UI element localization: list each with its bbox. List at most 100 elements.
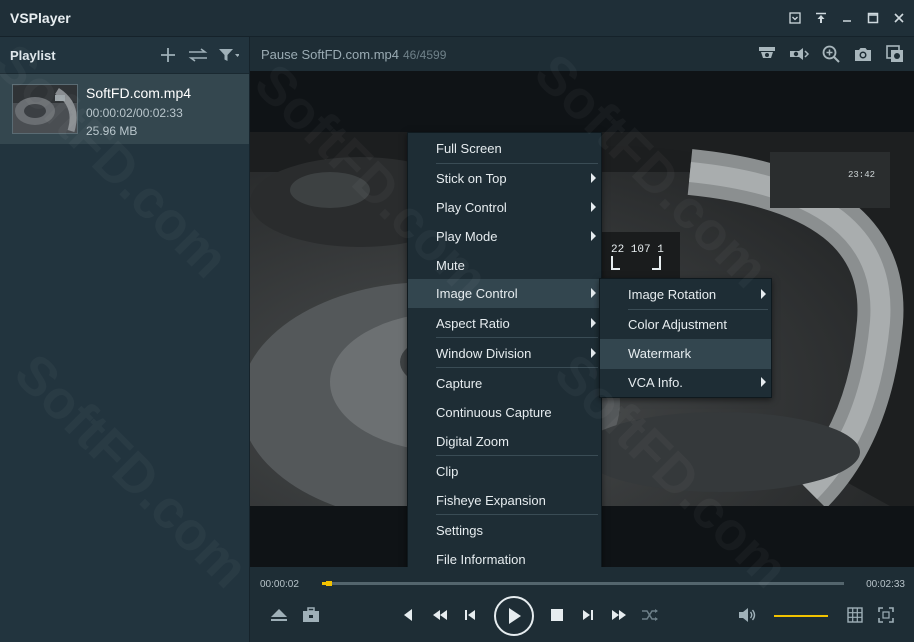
window-division-button[interactable] (841, 601, 869, 629)
playlist-item[interactable]: SoftFD.com.mp4 00:00:02/00:02:33 25.96 M… (0, 74, 249, 144)
dash-readout: 22 107 1 (611, 244, 664, 256)
continuous-capture-icon[interactable] (884, 43, 906, 65)
play-button[interactable] (494, 596, 534, 636)
step-back-icon (465, 610, 475, 620)
menu-item-label: Full Screen (436, 141, 502, 156)
menu-item-window-division[interactable]: Window Division (408, 339, 601, 368)
menu-item-image-control[interactable]: Image Control (408, 279, 601, 308)
add-icon[interactable] (157, 44, 179, 66)
playlist-panel: Playlist SoftFD.com.mp4 00:00:02/00:02:3… (0, 37, 250, 642)
menu-item-label: Aspect Ratio (436, 316, 510, 331)
submenu-item-image-rotation[interactable]: Image Rotation (600, 280, 771, 310)
menu-item-label: Continuous Capture (436, 405, 552, 420)
snapshot-camera-icon[interactable] (852, 43, 874, 65)
menu-dropdown-icon[interactable] (786, 9, 804, 27)
menu-item-label: Play Control (436, 200, 507, 215)
menu-item-full-screen[interactable]: Full Screen (408, 134, 601, 163)
grid-icon (847, 607, 863, 623)
open-file-button[interactable] (265, 601, 293, 629)
submenu-item-vca-info[interactable]: VCA Info. (600, 368, 771, 398)
menu-item-label: Capture (436, 376, 483, 391)
menu-item-label: Mute (436, 258, 465, 273)
maximize-icon[interactable] (864, 9, 882, 27)
menu-item-aspect-ratio[interactable]: Aspect Ratio (408, 309, 601, 338)
menu-item-label: Digital Zoom (436, 434, 509, 449)
menu-item-mute[interactable]: Mute (408, 251, 601, 280)
menu-item-stick-on-top[interactable]: Stick on Top (408, 164, 601, 193)
menu-item-label: Play Mode (436, 229, 498, 244)
submenu-arrow-icon (591, 288, 596, 298)
playback-controls: 00:00:02 00:02:33 (250, 567, 914, 642)
submenu-item-watermark[interactable]: Watermark (600, 339, 771, 369)
status-label: Pause SoftFD.com.mp4 (261, 47, 399, 62)
volume-slider[interactable] (774, 615, 828, 617)
fast-forward-button[interactable] (605, 601, 633, 629)
play-reverse-icon (404, 609, 412, 621)
submenu-arrow-icon (591, 173, 596, 183)
stop-button[interactable] (543, 601, 571, 629)
submenu-arrow-icon (591, 202, 596, 212)
view-toolbar (756, 43, 906, 65)
camera-control-icon[interactable] (788, 43, 810, 65)
menu-item-label: Watermark (628, 346, 692, 361)
menu-item-label: File Information (436, 552, 526, 567)
close-icon[interactable] (890, 9, 908, 27)
clock-display: 23:42 (848, 170, 875, 180)
context-menu: Full Screen Stick on Top Play Control Pl… (407, 132, 602, 574)
pin-on-top-icon[interactable] (812, 9, 830, 27)
step-forward-icon (583, 610, 593, 620)
status-bar: Pause SoftFD.com.mp4 46/4599 (250, 37, 914, 71)
frame-counter: 46/4599 (403, 48, 447, 62)
title-bar: VSPlayer (0, 0, 914, 37)
menu-item-label: Fisheye Expansion (436, 493, 546, 508)
app-title: VSPlayer (10, 10, 71, 26)
playlist-item-name: SoftFD.com.mp4 (86, 85, 192, 101)
fisheye-camera-icon[interactable] (756, 43, 778, 65)
sort-icon[interactable] (187, 44, 209, 66)
menu-item-digital-zoom[interactable]: Digital Zoom (408, 427, 601, 456)
fullscreen-button[interactable] (872, 601, 900, 629)
toolbox-icon (303, 607, 319, 622)
volume-icon (739, 608, 756, 622)
window-controls (786, 9, 908, 27)
minimize-icon[interactable] (838, 9, 856, 27)
progress-knob[interactable] (326, 581, 332, 586)
volume-button[interactable] (734, 601, 762, 629)
fullscreen-icon (878, 607, 894, 623)
step-forward-button[interactable] (574, 601, 602, 629)
playlist-item-size: 25.96 MB (86, 124, 138, 138)
progress-bar[interactable] (322, 581, 844, 586)
menu-item-play-control[interactable]: Play Control (408, 193, 601, 222)
menu-item-fisheye-expansion[interactable]: Fisheye Expansion (408, 486, 601, 515)
zoom-in-icon[interactable] (820, 43, 842, 65)
submenu-arrow-icon (591, 348, 596, 358)
stop-prev-button[interactable] (394, 601, 422, 629)
menu-separator (436, 455, 598, 456)
menu-item-label: Image Control (436, 286, 518, 301)
submenu-arrow-icon (761, 289, 766, 299)
playlist-title: Playlist (10, 48, 56, 63)
status-text: Pause SoftFD.com.mp4 46/4599 (261, 47, 446, 62)
menu-item-settings[interactable]: Settings (408, 516, 601, 545)
eject-icon (271, 609, 287, 621)
filter-icon[interactable] (217, 44, 239, 66)
menu-item-play-mode[interactable]: Play Mode (408, 222, 601, 251)
menu-separator (436, 514, 598, 515)
menu-item-capture[interactable]: Capture (408, 369, 601, 398)
fast-forward-icon (612, 610, 626, 620)
step-back-button[interactable] (456, 601, 484, 629)
rewind-button[interactable] (426, 601, 454, 629)
toolbox-button[interactable] (297, 601, 325, 629)
total-duration: 00:02:33 (866, 579, 905, 590)
menu-item-label: Stick on Top (436, 171, 507, 186)
playlist-header: Playlist (0, 37, 249, 74)
menu-item-continuous-capture[interactable]: Continuous Capture (408, 398, 601, 427)
submenu-arrow-icon (591, 318, 596, 328)
elapsed-time: 00:00:02 (260, 579, 299, 590)
menu-separator (436, 367, 598, 368)
menu-item-clip[interactable]: Clip (408, 457, 601, 486)
shuffle-button[interactable] (636, 601, 664, 629)
video-thumbnail (12, 84, 78, 134)
menu-item-label: Settings (436, 523, 483, 538)
submenu-item-color-adjustment[interactable]: Color Adjustment (600, 310, 771, 340)
